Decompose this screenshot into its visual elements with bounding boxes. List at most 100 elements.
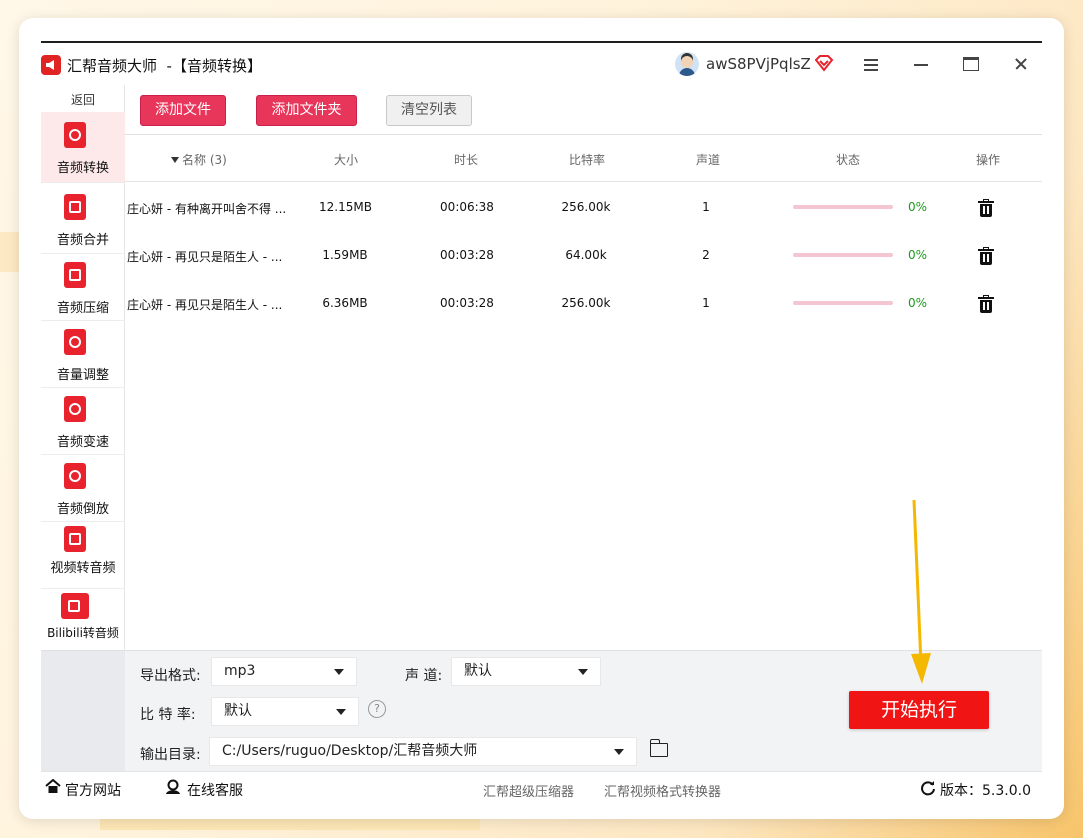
column-action-header: 操作: [976, 153, 1001, 167]
sidebar-item-volume[interactable]: 音量调整: [41, 321, 125, 388]
sidebar-item-bilibili[interactable]: Bilibili转音频: [41, 589, 125, 656]
column-duration-header[interactable]: 时长: [454, 151, 478, 168]
trash-icon[interactable]: [978, 247, 994, 265]
clear-list-button[interactable]: 清空列表: [386, 95, 472, 126]
channel-select[interactable]: 默认: [451, 657, 601, 686]
sidebar-item-audio-compress[interactable]: 音频压缩: [41, 254, 125, 321]
microphone-icon: [64, 396, 86, 422]
file-name: 庄心妍 - 再见只是陌生人 - ...: [127, 250, 283, 264]
output-settings-panel: 导出格式: mp3 声 道: 默认 比 特 率: 默认 ? 输出目录: C:/U…: [41, 650, 1042, 772]
chevron-down-icon: [614, 749, 624, 755]
chevron-down-icon: [336, 709, 346, 715]
home-icon: [45, 779, 61, 793]
file-size: 12.15MB: [319, 200, 372, 214]
customer-service-icon: [166, 779, 180, 794]
column-size-header[interactable]: 大小: [334, 151, 358, 168]
vip-diamond-icon[interactable]: [814, 54, 834, 72]
sidebar-item-audio-convert[interactable]: 音频转换: [41, 112, 125, 183]
arrow-down-icon: [911, 499, 931, 684]
progress-percent: 0%: [908, 296, 928, 310]
video-converter-link[interactable]: 汇帮视频格式转换器: [604, 781, 721, 800]
refresh-icon[interactable]: [920, 780, 936, 796]
folder-open-icon[interactable]: [649, 739, 668, 757]
output-dir-select[interactable]: C:/Users/ruguo/Desktop/汇帮音频大师: [209, 737, 637, 766]
back-link[interactable]: 返回: [41, 91, 125, 108]
sidebar-item-video-to-audio[interactable]: 视频转音频: [41, 522, 125, 589]
menu-icon[interactable]: [856, 51, 886, 77]
sidebar-item-reverse[interactable]: 音频倒放: [41, 455, 125, 522]
table-row[interactable]: 庄心妍 - 再见只是陌生人 - ... 1.59MB 00:03:28 64.0…: [125, 232, 1042, 280]
close-icon[interactable]: [1006, 51, 1036, 77]
sidebar-item-speed[interactable]: 音频变速: [41, 388, 125, 455]
help-icon[interactable]: ?: [368, 700, 386, 718]
file-channels: 2: [702, 248, 710, 262]
title-bar: 汇帮音频大师 -【音频转换】 awS8PVjPqlsZ: [41, 43, 1042, 85]
audio-convert-icon: [64, 122, 86, 148]
start-button[interactable]: 开始执行: [849, 691, 989, 729]
maximize-icon[interactable]: [956, 51, 986, 77]
column-name-header[interactable]: 名称 (3): [171, 151, 227, 168]
file-channels: 1: [702, 200, 710, 214]
progress-percent: 0%: [908, 248, 928, 262]
video-film-icon: [64, 526, 86, 552]
file-name: 庄心妍 - 有种离开叫舍不得 ...: [127, 202, 287, 216]
file-duration: 00:06:38: [440, 200, 494, 214]
trash-icon[interactable]: [978, 295, 994, 313]
chevron-down-icon: [334, 669, 344, 675]
settings-spacer: [41, 651, 125, 772]
file-size: 1.59MB: [322, 248, 368, 262]
app-logo-icon: [41, 55, 61, 75]
add-file-button[interactable]: 添加文件: [140, 95, 226, 126]
app-window: 汇帮音频大师 -【音频转换】 awS8PVjPqlsZ 返回 音频转换 音频合并…: [41, 41, 1042, 802]
toolbar: 添加文件 添加文件夹 清空列表: [125, 85, 1042, 135]
table-row[interactable]: 庄心妍 - 再见只是陌生人 - ... 6.36MB 00:03:28 256.…: [125, 280, 1042, 328]
sidebar-item-label: 音频转换: [56, 161, 109, 176]
file-channels: 1: [702, 296, 710, 310]
progress-bar: [793, 253, 893, 257]
official-website-link[interactable]: 官方网站: [65, 780, 121, 800]
progress-percent: 0%: [908, 200, 928, 214]
online-support-link[interactable]: 在线客服: [187, 780, 243, 800]
sidebar-item-audio-merge[interactable]: 音频合并: [41, 183, 125, 254]
super-compressor-link[interactable]: 汇帮超级压缩器: [483, 781, 574, 800]
column-bitrate-header[interactable]: 比特率: [569, 151, 605, 168]
table-row[interactable]: 庄心妍 - 有种离开叫舍不得 ... 12.15MB 00:06:38 256.…: [125, 184, 1042, 232]
column-channels-header[interactable]: 声道: [696, 151, 720, 168]
audio-compress-icon: [64, 262, 86, 288]
audio-merge-icon: [64, 194, 86, 220]
sidebar-item-label: 音频合并: [56, 233, 109, 248]
file-name: 庄心妍 - 再见只是陌生人 - ...: [127, 298, 283, 312]
chevron-down-icon: [578, 669, 588, 675]
file-size: 6.36MB: [322, 296, 368, 310]
status-bar: 官方网站 在线客服 汇帮超级压缩器 汇帮视频格式转换器 版本：5.3.0.0: [41, 771, 1042, 802]
bitrate-select-value: 默认: [224, 703, 252, 719]
bilibili-tv-icon: [61, 593, 89, 619]
channel-label: 声 道:: [405, 668, 443, 684]
bitrate-label: 比 特 率:: [140, 707, 196, 723]
format-label: 导出格式:: [140, 668, 201, 684]
column-status-header: 状态: [836, 153, 861, 167]
username[interactable]: awS8PVjPqlsZ: [706, 55, 811, 73]
background-decoration: [100, 818, 480, 830]
sidebar-item-label: 音频压缩: [56, 301, 109, 316]
sidebar-item-label: 音量调整: [56, 368, 109, 383]
music-note-icon: [64, 463, 86, 489]
add-folder-button[interactable]: 添加文件夹: [256, 95, 357, 126]
file-bitrate: 64.00k: [565, 248, 607, 262]
volume-icon: [64, 329, 86, 355]
format-select[interactable]: mp3: [211, 657, 357, 686]
output-dir-label: 输出目录:: [140, 747, 201, 763]
bitrate-select[interactable]: 默认: [211, 697, 359, 726]
sidebar-item-label: 音频倒放: [56, 502, 109, 517]
avatar[interactable]: [675, 52, 699, 76]
sort-desc-icon: [171, 157, 179, 163]
trash-icon[interactable]: [978, 199, 994, 217]
format-select-value: mp3: [224, 663, 256, 679]
window-title: 汇帮音频大师 -【音频转换】: [67, 57, 262, 75]
file-duration: 00:03:28: [440, 296, 494, 310]
version-label: 版本：5.3.0.0: [940, 783, 1031, 799]
file-duration: 00:03:28: [440, 248, 494, 262]
table-header: 名称 (3) 大小 时长 比特率 声道 状态 操作: [125, 135, 1042, 182]
sidebar-item-label: 音频变速: [56, 435, 109, 450]
minimize-icon[interactable]: [906, 51, 936, 77]
